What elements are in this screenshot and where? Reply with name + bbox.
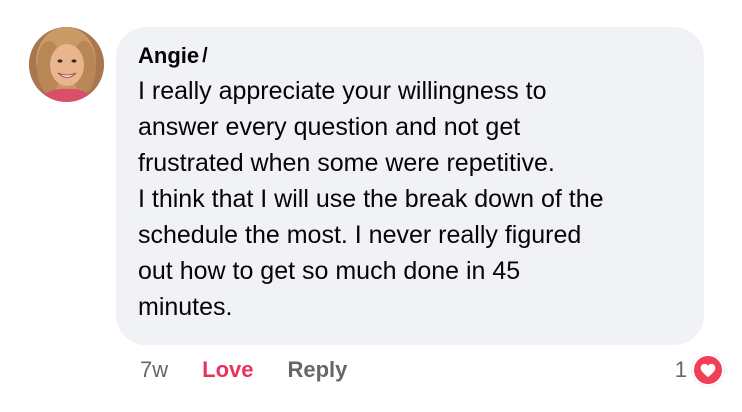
author-row: Angie / xyxy=(138,41,684,71)
reaction-summary[interactable]: 1 xyxy=(675,352,724,388)
comment-line: I really appreciate your willingness to xyxy=(138,77,547,105)
love-button[interactable]: Love xyxy=(202,357,253,383)
comment-text: I really appreciate your willingness to … xyxy=(138,73,684,325)
comment-actions: 7w Love Reply xyxy=(140,352,347,388)
comment-line: out how to get so much done in 45 xyxy=(138,257,521,285)
comment-line: answer every question and not get xyxy=(138,113,521,141)
reaction-count: 1 xyxy=(674,357,687,382)
heart-icon xyxy=(692,354,724,386)
avatar-photo xyxy=(29,27,104,102)
author-name[interactable]: Angie xyxy=(138,41,199,71)
comment-bubble: Angie / I really appreciate your willing… xyxy=(116,27,704,345)
avatar[interactable] xyxy=(29,27,104,102)
comment-timestamp[interactable]: 7w xyxy=(140,357,168,383)
author-name-truncation: / xyxy=(202,44,208,67)
comment-line: I think that I will use the break down o… xyxy=(138,185,604,213)
reply-button[interactable]: Reply xyxy=(287,357,347,383)
comment-line: frustrated when some were repetitive. xyxy=(138,149,555,177)
comment-line: schedule the most. I never really figure… xyxy=(138,221,582,249)
comment-line: minutes. xyxy=(138,293,233,321)
